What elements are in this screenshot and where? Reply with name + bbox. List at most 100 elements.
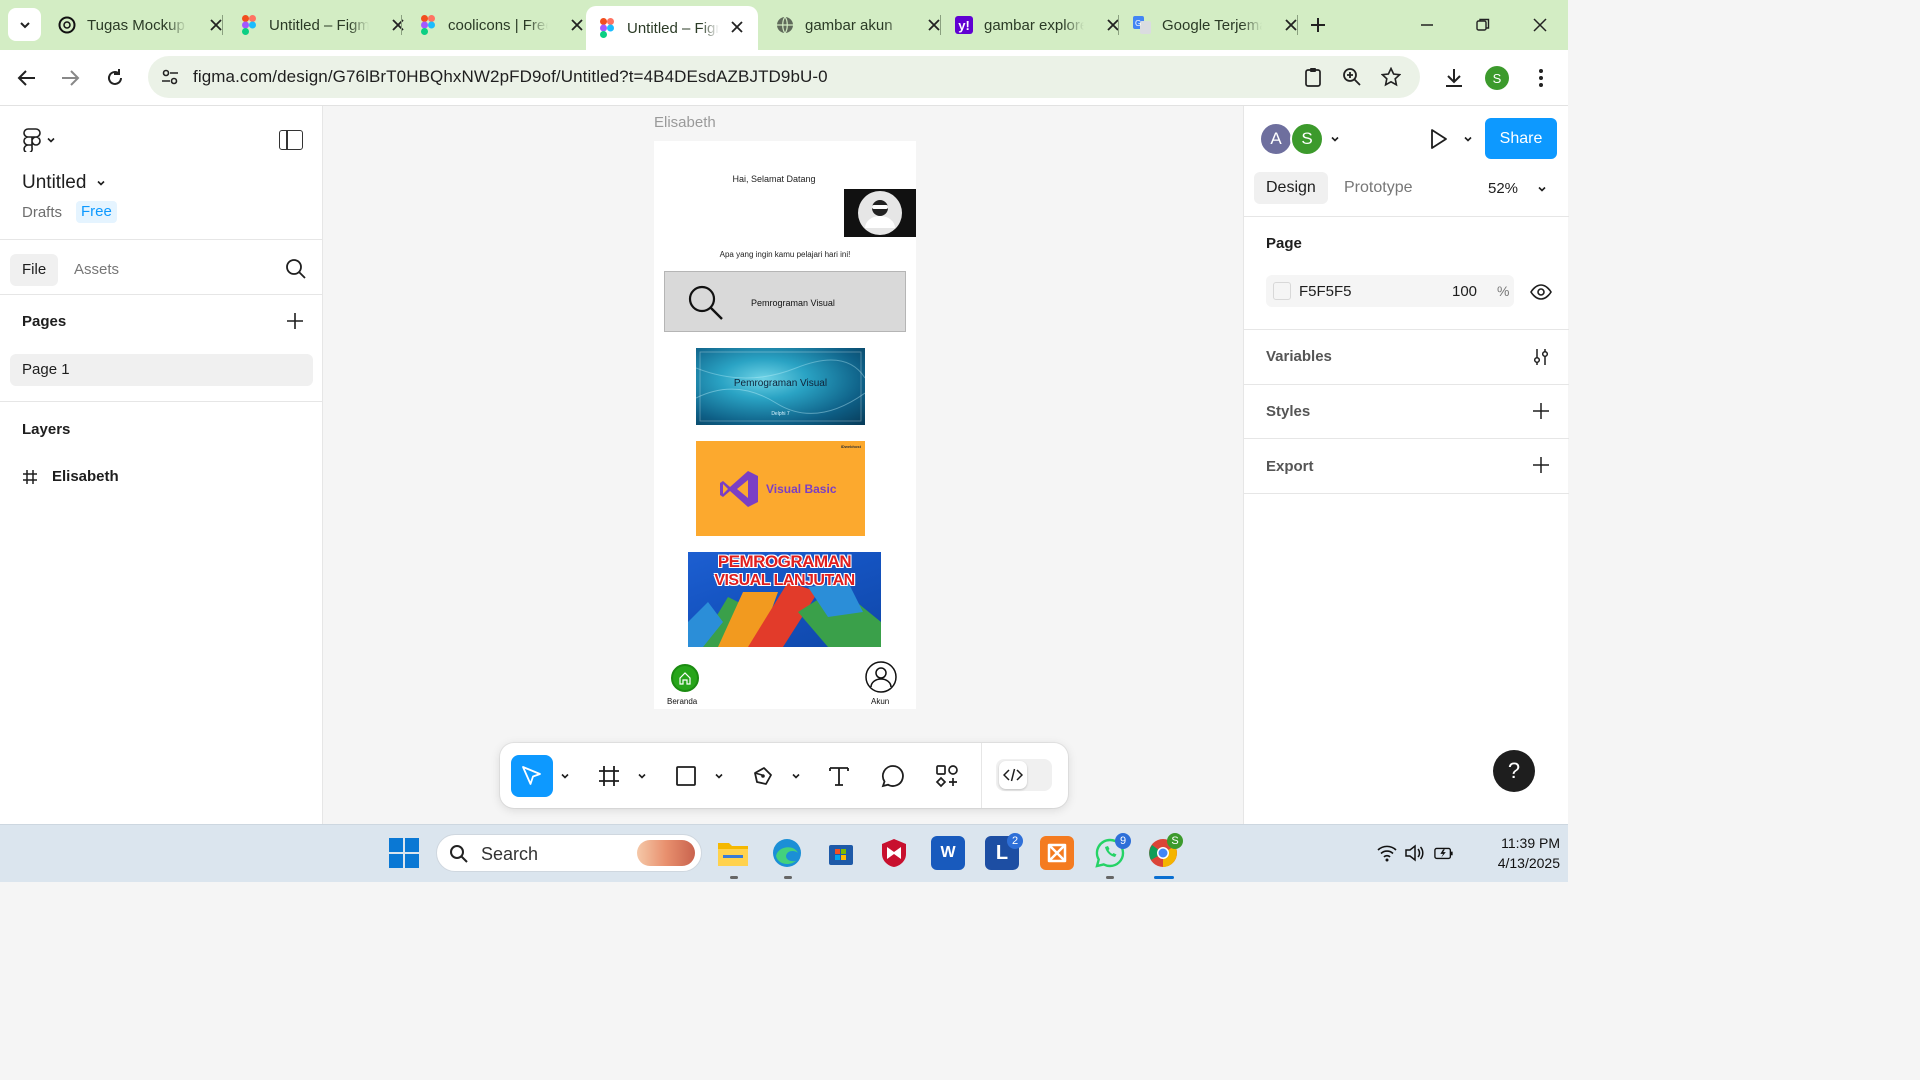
figma-icon — [240, 15, 258, 35]
close-icon[interactable] — [728, 18, 746, 36]
opacity-value[interactable]: 100 — [1452, 283, 1477, 300]
close-icon[interactable] — [568, 16, 586, 34]
minimize-button[interactable] — [1414, 12, 1440, 38]
running-indicator — [730, 876, 738, 879]
tab-design[interactable]: Design — [1254, 172, 1328, 204]
magnifier-icon — [688, 285, 723, 320]
divider — [1244, 493, 1569, 494]
comment-tool-button[interactable] — [872, 755, 914, 797]
tab-file[interactable]: File — [10, 254, 59, 286]
toggle-sidebar-icon[interactable] — [279, 130, 303, 150]
file-location[interactable]: Drafts — [22, 204, 62, 221]
text-tool-button[interactable] — [818, 755, 860, 797]
restore-button[interactable] — [1470, 12, 1496, 38]
card-title: Visual Basic — [766, 482, 837, 496]
taskbar-search[interactable]: Search — [436, 834, 702, 872]
chevron-down-icon[interactable] — [791, 771, 801, 781]
share-button[interactable]: Share — [1485, 118, 1557, 159]
actions-tool-button[interactable] — [926, 755, 968, 797]
tab-prototype[interactable]: Prototype — [1332, 172, 1424, 204]
color-swatch[interactable] — [1273, 282, 1291, 300]
browser-tab-4-active[interactable]: Untitled – Figma — [586, 6, 758, 50]
zoom-level[interactable]: 52% — [1488, 180, 1518, 197]
tab-divider — [222, 15, 223, 35]
browser-tab-1[interactable]: Tugas Mockup — [58, 8, 222, 42]
new-tab-button[interactable] — [1306, 13, 1330, 37]
figma-main-menu[interactable] — [22, 128, 56, 152]
battery-charging-icon[interactable] — [1434, 843, 1454, 863]
rectangle-icon — [676, 766, 696, 786]
tab-search-button[interactable] — [8, 8, 41, 41]
card-subtitle: Delphi 7 — [771, 411, 790, 417]
browser-tab-7[interactable]: G Google Terjemahan — [1133, 8, 1297, 42]
search-icon[interactable] — [285, 258, 307, 280]
frame-hash-icon — [23, 469, 37, 484]
add-page-plus-icon[interactable] — [285, 311, 305, 331]
plan-badge[interactable]: Free — [76, 201, 117, 223]
layer-item[interactable]: Elisabeth — [22, 468, 119, 485]
tab-title: Google Terjemahan — [1162, 16, 1262, 34]
browser-tab-6[interactable]: y! gambar explore — [955, 8, 1119, 42]
wifi-icon[interactable] — [1377, 843, 1397, 863]
xampp-icon[interactable] — [1040, 836, 1074, 870]
tab-assets[interactable]: Assets — [62, 254, 131, 286]
frame-tool-button[interactable] — [588, 755, 630, 797]
microsoft-store-icon[interactable] — [824, 836, 858, 870]
downloads-button[interactable] — [1440, 64, 1468, 92]
word-icon[interactable]: W — [931, 836, 965, 870]
page-item[interactable]: Page 1 — [10, 354, 313, 386]
browser-tab-2[interactable]: Untitled – Figma — [240, 8, 404, 42]
divider — [0, 401, 323, 402]
present-play-icon[interactable] — [1427, 128, 1449, 150]
shape-tool-button[interactable] — [665, 755, 707, 797]
chevron-down-icon[interactable] — [1536, 183, 1548, 195]
browser-tab-3[interactable]: coolicons | Free — [419, 8, 583, 42]
close-icon[interactable] — [1104, 16, 1122, 34]
forward-button[interactable] — [56, 64, 84, 92]
browser-tab-5[interactable]: gambar akun — [776, 8, 940, 42]
chevron-down-icon[interactable] — [637, 771, 647, 781]
home-nav-icon — [671, 664, 699, 692]
system-clock[interactable]: 11:39 PM 4/13/2025 — [1470, 833, 1560, 873]
browser-menu-button[interactable] — [1527, 64, 1555, 92]
frame-label[interactable]: Elisabeth — [654, 114, 716, 131]
site-info-icon[interactable] — [158, 65, 182, 89]
text-t-icon — [829, 767, 849, 786]
design-canvas[interactable]: Elisabeth Hai, Selamat Datang Apa yang i… — [323, 106, 1243, 824]
chevron-down-icon[interactable] — [560, 771, 570, 781]
clipboard-icon[interactable] — [1301, 65, 1325, 89]
page-background-color-field[interactable]: F5F5F5 100 % — [1266, 275, 1514, 307]
file-name-menu[interactable]: Untitled — [22, 172, 106, 194]
browser-profile-avatar[interactable]: S — [1485, 66, 1509, 90]
windows-start-icon[interactable] — [389, 838, 419, 868]
chevron-down-icon[interactable] — [714, 771, 724, 781]
close-icon[interactable] — [389, 16, 407, 34]
move-tool-button[interactable] — [511, 755, 553, 797]
pen-tool-button[interactable] — [742, 755, 784, 797]
chevron-down-icon[interactable] — [1462, 133, 1474, 145]
file-explorer-icon[interactable] — [716, 836, 750, 870]
close-window-button[interactable] — [1527, 12, 1553, 38]
edge-icon[interactable] — [770, 836, 804, 870]
bookmark-star-icon[interactable] — [1379, 65, 1403, 89]
zoom-icon[interactable] — [1340, 65, 1364, 89]
volume-icon[interactable] — [1404, 843, 1424, 863]
back-button[interactable] — [13, 64, 41, 92]
variables-sliders-icon[interactable] — [1532, 348, 1550, 366]
add-style-plus-icon[interactable] — [1532, 402, 1550, 420]
chevron-down-icon — [97, 180, 105, 186]
plus-icon — [1311, 18, 1325, 32]
user-avatar[interactable]: S — [1290, 122, 1324, 156]
clock-date: 4/13/2025 — [1497, 855, 1560, 871]
reload-button[interactable] — [101, 64, 129, 92]
mcafee-icon[interactable] — [877, 836, 911, 870]
color-hex-value[interactable]: F5F5F5 — [1299, 283, 1352, 300]
address-bar[interactable]: figma.com/design/G76lBrT0HBQhxNW2pFD9of/… — [148, 56, 1420, 98]
mobile-frame[interactable]: Hai, Selamat Datang Apa yang ingin kamu … — [654, 141, 916, 709]
eye-icon[interactable] — [1530, 281, 1552, 303]
code-icon[interactable] — [999, 761, 1027, 789]
add-export-plus-icon[interactable] — [1532, 456, 1550, 474]
help-button[interactable]: ? — [1493, 750, 1535, 792]
chevron-down-icon[interactable] — [1329, 133, 1341, 145]
collaborator-avatar[interactable]: A — [1259, 122, 1293, 156]
